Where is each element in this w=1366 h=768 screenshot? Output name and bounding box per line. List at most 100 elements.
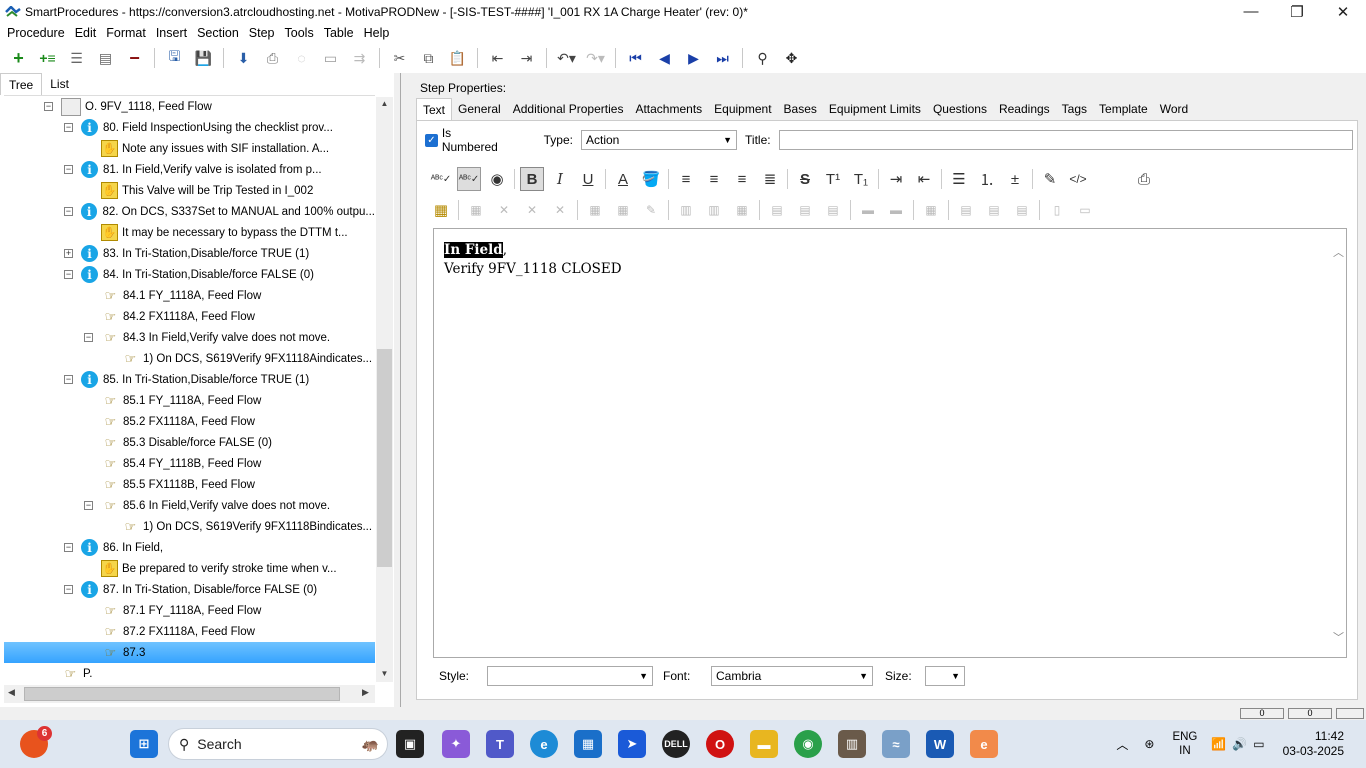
insert-table-icon[interactable]: ▦ — [429, 198, 453, 222]
copy-icon[interactable]: ⧉ — [417, 46, 440, 70]
tree-node[interactable]: − ☞ 85.6 In Field,Verify valve does not mo… — [4, 495, 375, 516]
tab-template[interactable]: Template — [1093, 98, 1154, 120]
tab-tags[interactable]: Tags — [1056, 98, 1093, 120]
tree-node[interactable]: ☞ P. — [4, 663, 375, 684]
delete-row-icon[interactable]: ✕ — [520, 198, 544, 222]
add-icon[interactable]: + — [7, 46, 30, 70]
delete-table-icon[interactable]: ✕ — [492, 198, 516, 222]
collapse-icon[interactable]: − — [84, 501, 93, 510]
scroll-thumb[interactable] — [24, 687, 340, 701]
decrease-indent-icon[interactable]: ⇤ — [912, 167, 936, 191]
type-dropdown[interactable]: Action ▼ — [580, 130, 738, 150]
dell-icon[interactable]: DELL — [662, 730, 690, 758]
tree-node[interactable]: − i 86. In Field, — [4, 537, 375, 558]
collapse-icon[interactable]: − — [64, 543, 73, 552]
tree-horizontal-scrollbar[interactable]: ◀ ▶ — [4, 685, 375, 703]
power-automate-icon[interactable]: ➤ — [618, 730, 646, 758]
font-dropdown[interactable]: Cambria ▼ — [711, 666, 873, 686]
add-child-icon[interactable]: +≡ — [36, 46, 59, 70]
magic-wand-icon[interactable]: ✎ — [1038, 167, 1062, 191]
chevron-down-icon[interactable]: ﹀ — [1333, 628, 1344, 647]
volume-icon[interactable]: 🔊 — [1232, 737, 1247, 751]
tab-equipment[interactable]: Equipment — [708, 98, 777, 120]
tree-node[interactable]: − ☞ 84.3 In Field,Verify valve does not mo… — [4, 327, 375, 348]
tree-node[interactable]: ✋ Note any issues with SIF installation. … — [4, 138, 375, 159]
tree-node[interactable]: ☞ 87.1 FY_1118A, Feed Flow — [4, 600, 375, 621]
collapse-icon[interactable]: − — [84, 333, 93, 342]
close-button[interactable]: ✕ — [1320, 0, 1366, 23]
remove-icon[interactable]: − — [123, 46, 146, 70]
italic-icon[interactable]: I — [548, 167, 572, 191]
borders-icon[interactable]: ▦ — [919, 198, 943, 222]
merge-cells-icon[interactable]: ▦ — [730, 198, 754, 222]
last-icon[interactable]: ⏭ — [711, 46, 734, 70]
tree-node[interactable]: ☞ 1) On DCS, S619Verify 9FX1118Bindicates… — [4, 516, 375, 537]
fill-color-icon[interactable]: 🪣 — [639, 167, 663, 191]
file-explorer-icon[interactable]: ▬ — [750, 730, 778, 758]
tree-node[interactable]: ✋ This Valve will be Trip Tested in I_002 — [4, 180, 375, 201]
tree-node[interactable]: − O. 9FV_1118, Feed Flow — [4, 96, 375, 117]
column-width-icon[interactable]: ▬ — [884, 198, 908, 222]
tree-node[interactable]: − i 81. In Field,Verify valve is isolated … — [4, 159, 375, 180]
tree-node[interactable]: − i 82. On DCS, S337Set to MANUAL and 100%… — [4, 201, 375, 222]
print-preview-icon[interactable]: ⎙ — [1132, 167, 1156, 191]
tree-node[interactable]: ☞ 87.3 — [4, 642, 375, 663]
wifi-icon[interactable]: 📶 — [1211, 737, 1226, 751]
valign-middle-icon[interactable]: ▤ — [982, 198, 1006, 222]
tree-node[interactable]: ☞ 85.4 FY_1118B, Feed Flow — [4, 453, 375, 474]
save-all-icon[interactable]: 🖫 — [163, 46, 186, 70]
cell-style-icon[interactable]: ▦ — [611, 198, 635, 222]
menu-procedure[interactable]: Procedure — [2, 26, 70, 40]
move-icon[interactable]: ✥ — [780, 46, 803, 70]
tree-node[interactable]: − i 84. In Tri-Station,Disable/force FALSE… — [4, 264, 375, 285]
collapse-icon[interactable]: − — [64, 375, 73, 384]
row-height-icon[interactable]: ▬ — [856, 198, 880, 222]
task-view-icon[interactable]: ▣ — [396, 730, 424, 758]
undo-icon[interactable]: ↶▾ — [555, 46, 578, 70]
collapse-icon[interactable]: − — [64, 165, 73, 174]
split-cell-icon[interactable]: ▤ — [821, 198, 845, 222]
app-icon[interactable]: ▥ — [838, 730, 866, 758]
tree-node[interactable]: ✋ Be prepared to verify stroke time when … — [4, 558, 375, 579]
menu-section[interactable]: Section — [192, 26, 244, 40]
previous-icon[interactable]: ◀ — [653, 46, 676, 70]
menu-help[interactable]: Help — [359, 26, 395, 40]
collapse-icon[interactable]: − — [64, 207, 73, 216]
tree-node[interactable]: ☞ 85.5 FX1118B, Feed Flow — [4, 474, 375, 495]
tab-bases[interactable]: Bases — [778, 98, 823, 120]
spell-icon[interactable]: ⚲ — [751, 46, 774, 70]
pane-splitter[interactable] — [400, 73, 406, 707]
scroll-up-icon[interactable]: ▲ — [376, 99, 393, 108]
cell-edit-icon[interactable]: ✎ — [639, 198, 663, 222]
align-right-icon[interactable]: ≡ — [730, 167, 754, 191]
word-icon[interactable]: W — [926, 730, 954, 758]
tree-node[interactable]: ☞ 87.2 FX1118A, Feed Flow — [4, 621, 375, 642]
tree-node[interactable]: − i 85. In Tri-Station,Disable/force TRUE … — [4, 369, 375, 390]
scroll-thumb[interactable] — [377, 349, 392, 567]
subscript-icon[interactable]: T₁ — [849, 167, 873, 191]
scroll-right-icon[interactable]: ▶ — [362, 687, 369, 698]
bullet-list-icon[interactable]: ☰ — [947, 167, 971, 191]
tab-text[interactable]: Text — [416, 98, 453, 120]
valign-top-icon[interactable]: ▤ — [954, 198, 978, 222]
column-icon[interactable]: ▯ — [1045, 198, 1069, 222]
tab-word[interactable]: Word — [1154, 98, 1194, 120]
tree-node[interactable]: − i 87. In Tri-Station, Disable/force FALS… — [4, 579, 375, 600]
menu-edit[interactable]: Edit — [70, 26, 102, 40]
style-dropdown[interactable]: ▼ — [487, 666, 653, 686]
tree-node[interactable]: ✋ It may be necessary to bypass the DTTM … — [4, 222, 375, 243]
redo-arrows-icon[interactable]: ⇉ — [348, 46, 371, 70]
insert-row-below-icon[interactable]: ▤ — [793, 198, 817, 222]
tree-node[interactable]: ☞ 84.1 FY_1118A, Feed Flow — [4, 285, 375, 306]
minimize-button[interactable]: — — [1228, 0, 1274, 23]
valign-bottom-icon[interactable]: ▤ — [1010, 198, 1034, 222]
indent-icon[interactable]: ⇥ — [515, 46, 538, 70]
menu-step[interactable]: Step — [244, 26, 280, 40]
opera-icon[interactable]: O — [706, 730, 734, 758]
frame-icon[interactable]: ▭ — [319, 46, 342, 70]
menu-tools[interactable]: Tools — [280, 26, 319, 40]
menu-format[interactable]: Format — [101, 26, 151, 40]
table-properties-icon[interactable]: ▦ — [464, 198, 488, 222]
list-icon[interactable]: ☰ — [65, 46, 88, 70]
font-color-icon[interactable]: A — [611, 167, 635, 191]
